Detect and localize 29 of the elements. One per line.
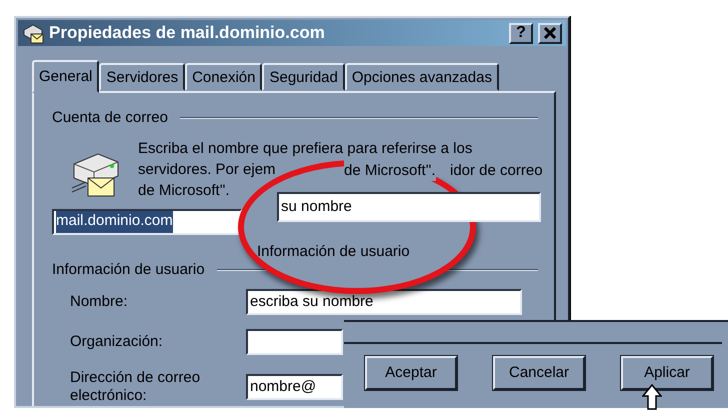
description-text: de Microsoft''. — [138, 180, 230, 200]
dialog-button[interactable]: Cancelar — [493, 356, 585, 390]
description-text: servidores. Por ejem — [138, 160, 276, 180]
close-icon — [544, 27, 556, 39]
tab[interactable]: Conexión — [185, 63, 262, 91]
window-title: Propiedades de mail.dominio.com — [49, 22, 325, 44]
field-label: Dirección de correo electrónico: — [69, 369, 202, 405]
tab[interactable]: General — [32, 60, 100, 93]
name-field[interactable]: su nombre — [277, 192, 541, 222]
description-text: Escriba el nombre que prefiera para referirse a los — [138, 138, 472, 158]
tab[interactable]: Opciones avanzadas — [344, 63, 499, 91]
field-label: Organización: — [69, 333, 164, 351]
section-heading: Información de usuario — [52, 260, 205, 280]
close-button[interactable] — [538, 22, 562, 44]
dialog-button[interactable]: Aceptar — [365, 356, 457, 390]
text-field[interactable]: nombre@ — [246, 374, 343, 400]
pointer-cursor-icon — [642, 384, 662, 410]
dialog-button[interactable]: Aplicar — [621, 356, 713, 390]
mail-server-icon — [22, 22, 44, 44]
tab[interactable]: Seguridad — [262, 63, 345, 91]
section-heading: Información de usuario — [257, 242, 410, 262]
text-field[interactable]: escriba su nombre — [246, 289, 522, 315]
field-label: Nombre: — [69, 293, 129, 311]
help-button[interactable]: ? — [509, 22, 533, 44]
text-field[interactable] — [246, 329, 343, 355]
description-text: de Microsoft''. — [344, 160, 436, 181]
section-heading: Cuenta de correo — [52, 108, 168, 128]
tab[interactable]: Servidores — [99, 63, 186, 91]
account-name-field[interactable]: mail.dominio.com — [52, 208, 242, 234]
